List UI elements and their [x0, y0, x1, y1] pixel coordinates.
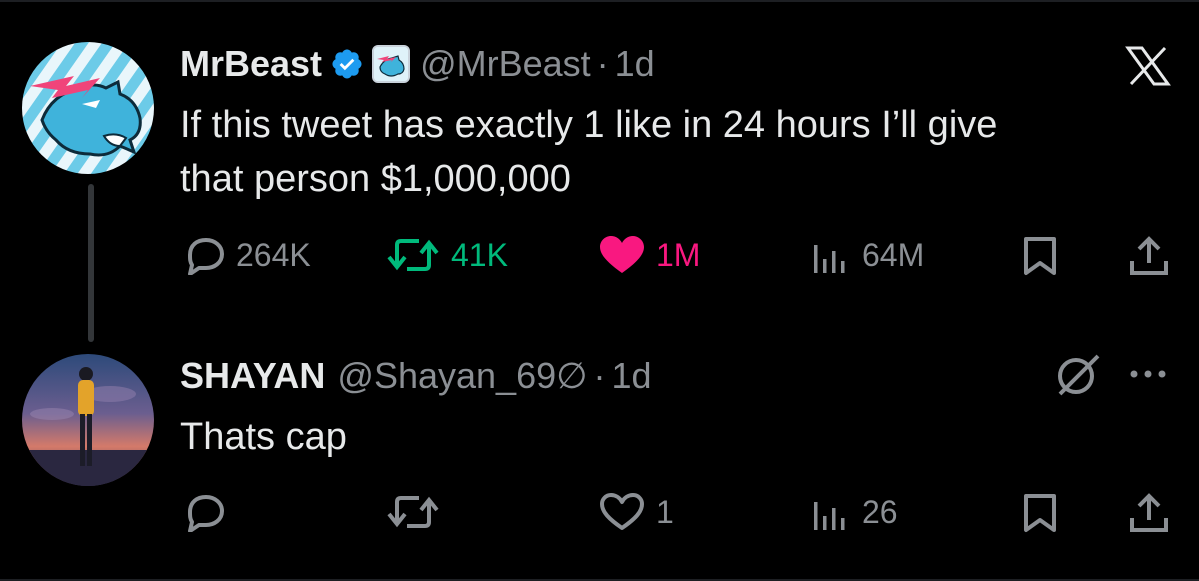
reply-like-button[interactable]: 1: [598, 492, 674, 532]
reply-separator-dot: ·: [593, 355, 606, 396]
reply-reply-button[interactable]: [182, 492, 236, 532]
grok-icon[interactable]: [1054, 352, 1104, 398]
reply-button[interactable]: 264K: [182, 235, 311, 275]
repost-icon: [387, 496, 439, 528]
heart-icon: [600, 236, 644, 273]
reply-author-handle[interactable]: @Shayan_69∅: [337, 355, 587, 397]
mrbeast-avatar[interactable]: [22, 42, 154, 174]
tweet-text: If this tweet has exactly 1 like in 24 h…: [180, 98, 1180, 206]
views-button[interactable]: 64M: [808, 235, 924, 275]
tweet-header: MrBeast @MrBeast · 1d: [180, 42, 655, 86]
bookmark-icon[interactable]: [1020, 492, 1060, 534]
repost-count: 41K: [451, 236, 508, 273]
heart-outline-icon: [600, 493, 644, 530]
reply-views-count: 26: [862, 493, 898, 530]
reply-like-count: 1: [656, 493, 674, 530]
author-handle[interactable]: @MrBeast: [420, 43, 591, 85]
reply-header: SHAYAN @Shayan_69∅ · 1d: [180, 354, 652, 398]
reply-icon: [188, 495, 224, 532]
verified-badge-icon: [332, 49, 362, 79]
x-logo-icon: [1125, 46, 1171, 86]
separator-dot: ·: [596, 43, 609, 84]
mrbeast-affiliate-badge[interactable]: [372, 45, 411, 83]
reply-text: Thats cap: [180, 416, 347, 458]
bookmark-icon[interactable]: [1020, 235, 1060, 277]
share-icon[interactable]: [1128, 235, 1170, 277]
repost-icon: [387, 239, 439, 271]
reply-author-name[interactable]: SHAYAN: [180, 355, 325, 397]
reply-count: 264K: [236, 236, 311, 273]
views-icon: [814, 245, 845, 273]
like-button[interactable]: 1M: [598, 235, 700, 275]
more-options-icon[interactable]: [1128, 368, 1172, 380]
reply-repost-button[interactable]: [385, 492, 451, 532]
tweet-text-line-2: that person $1,000,000: [180, 158, 571, 200]
reply-views-button[interactable]: 26: [808, 492, 898, 532]
views-count: 64M: [862, 236, 925, 273]
shayan-avatar[interactable]: [22, 354, 154, 486]
thread-connector: [88, 184, 94, 342]
reply-icon: [188, 238, 224, 275]
like-count: 1M: [656, 236, 701, 273]
author-name[interactable]: MrBeast: [180, 43, 322, 85]
screenshot-frame: MrBeast @MrBeast · 1d If this tweet has …: [0, 0, 1199, 581]
repost-button[interactable]: 41K: [385, 235, 508, 275]
tweet-text-line-1: If this tweet has exactly 1 like in 24 h…: [180, 104, 998, 146]
tweet-timestamp[interactable]: 1d: [615, 43, 655, 85]
reply-timestamp[interactable]: 1d: [611, 355, 651, 397]
views-icon: [814, 502, 845, 530]
share-icon[interactable]: [1128, 492, 1170, 534]
